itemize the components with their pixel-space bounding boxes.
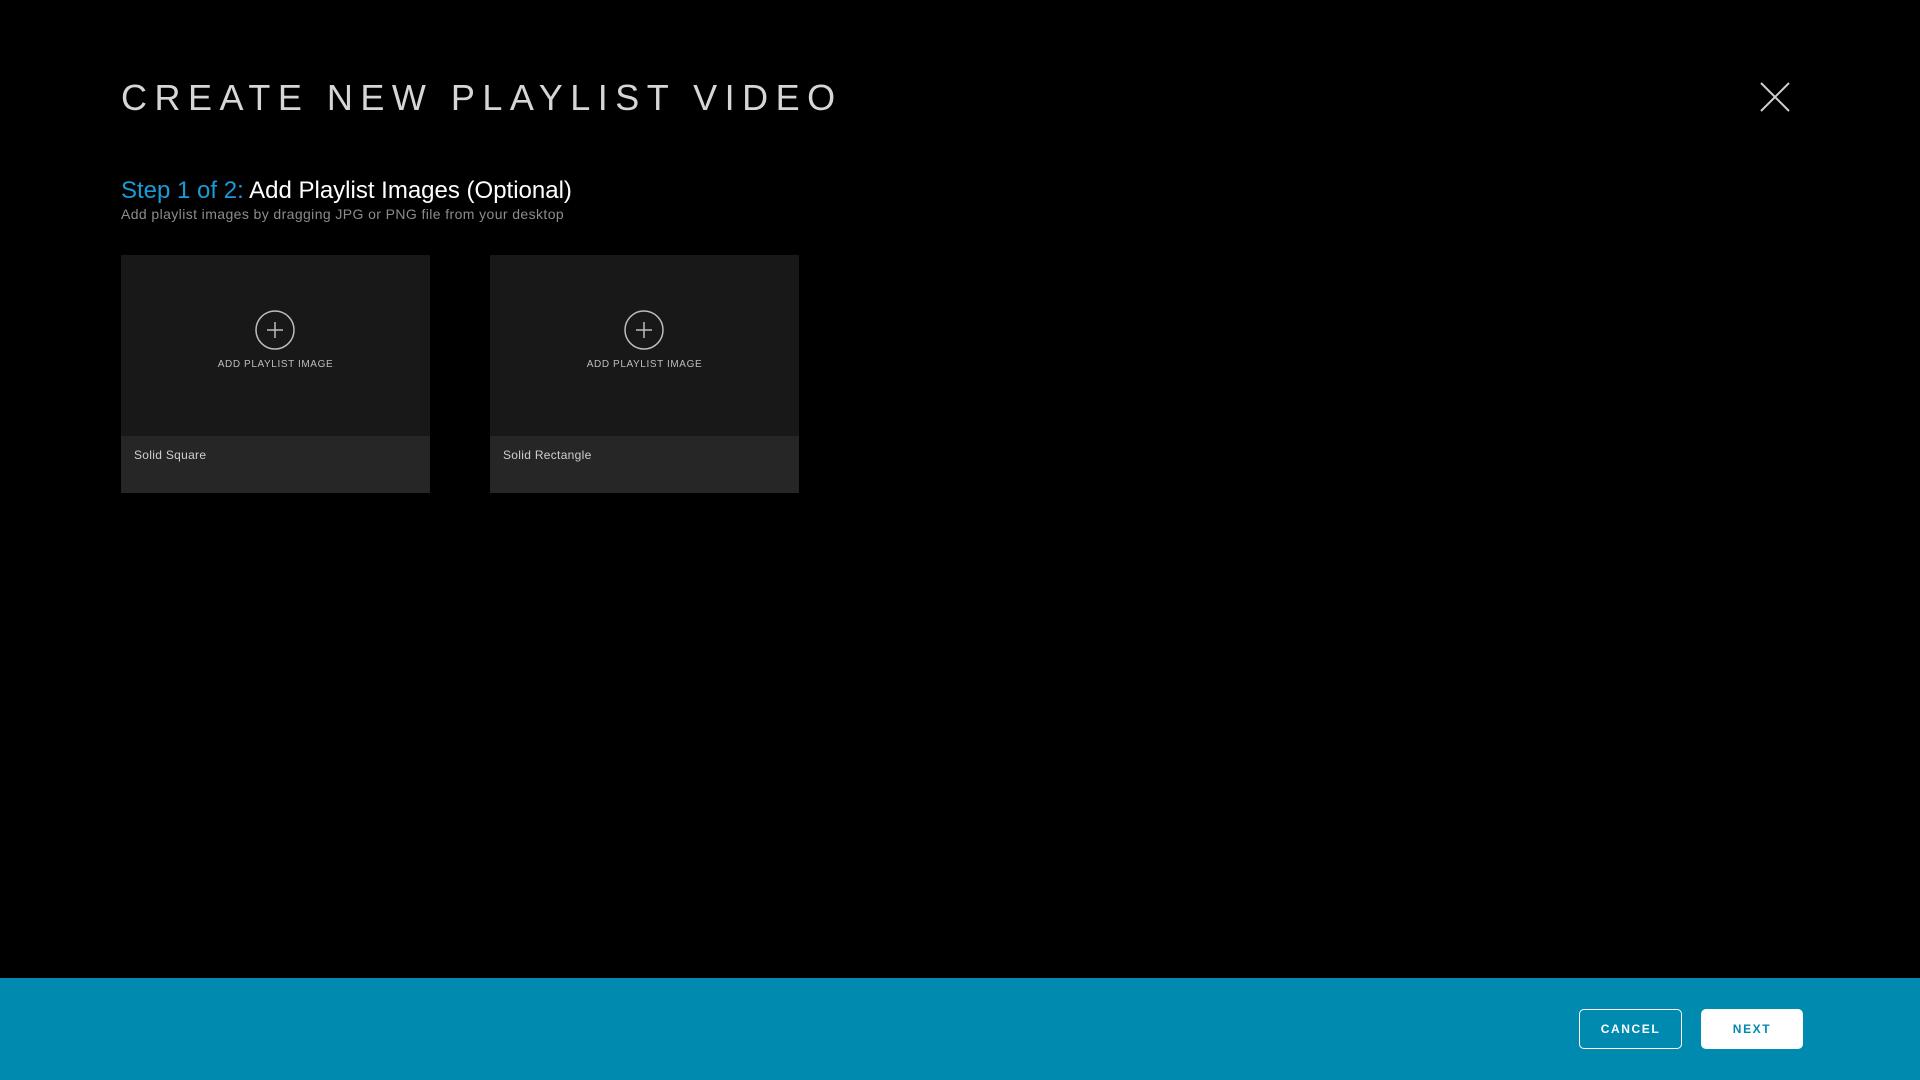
step-description: Add playlist images by dragging JPG or P…	[121, 206, 565, 222]
playlist-image-card-square: ADD PLAYLIST IMAGE Solid Square	[121, 255, 430, 493]
page-title: CREATE NEW PLAYLIST VIDEO	[121, 77, 843, 118]
next-button[interactable]: NEXT	[1701, 1009, 1803, 1049]
card-footer: Solid Rectangle	[490, 436, 799, 493]
add-playlist-image-dropzone-rectangle[interactable]: ADD PLAYLIST IMAGE	[490, 255, 799, 436]
step-title: Add Playlist Images (Optional)	[249, 177, 572, 204]
plus-circle-icon	[624, 310, 664, 350]
add-playlist-image-dropzone-square[interactable]: ADD PLAYLIST IMAGE	[121, 255, 430, 436]
add-playlist-image-label: ADD PLAYLIST IMAGE	[586, 359, 703, 370]
card-footer: Solid Square	[121, 436, 430, 493]
card-name: Solid Square	[134, 448, 207, 462]
create-playlist-modal: CREATE NEW PLAYLIST VIDEO Step 1 of 2: A…	[0, 0, 1920, 1080]
cancel-button[interactable]: CANCEL	[1579, 1009, 1682, 1049]
plus-circle-icon	[255, 310, 295, 350]
step-indicator: Step 1 of 2:	[121, 177, 244, 204]
close-button[interactable]	[1758, 80, 1792, 114]
close-icon	[1760, 82, 1790, 112]
card-name: Solid Rectangle	[503, 448, 592, 462]
step-heading: Step 1 of 2: Add Playlist Images (Option…	[121, 176, 572, 206]
add-playlist-image-label: ADD PLAYLIST IMAGE	[217, 359, 334, 370]
footer-action-bar: CANCEL NEXT	[0, 978, 1920, 1080]
playlist-image-card-rectangle: ADD PLAYLIST IMAGE Solid Rectangle	[490, 255, 799, 493]
